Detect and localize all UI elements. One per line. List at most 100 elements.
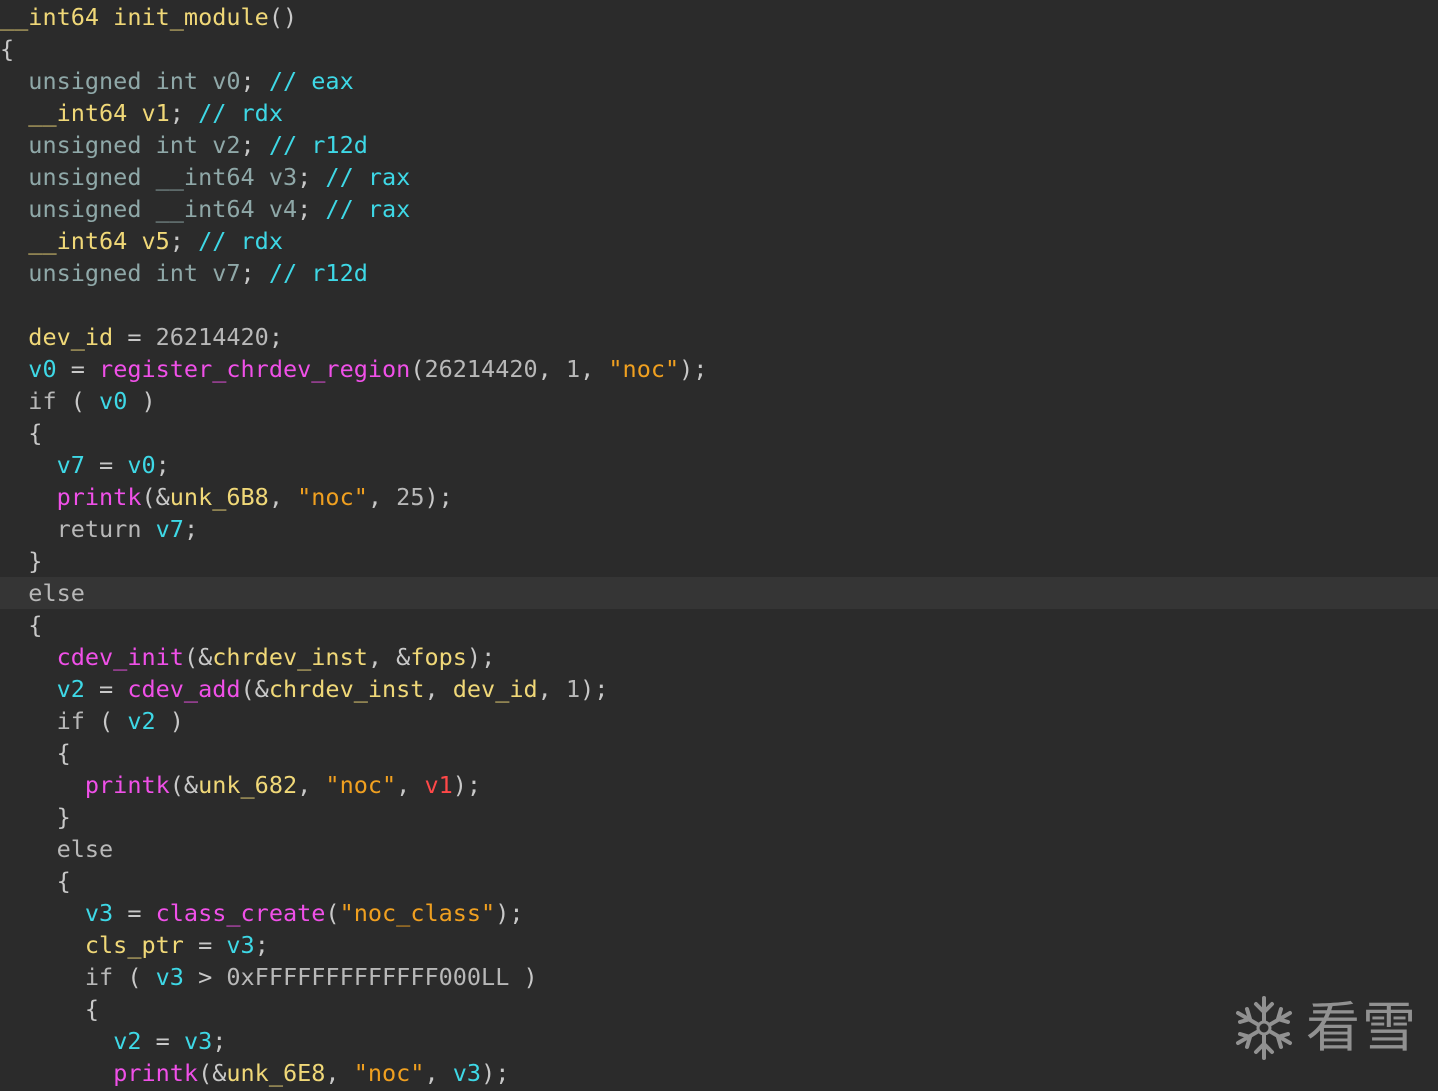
code-line[interactable]: else (0, 577, 1438, 609)
code-line[interactable]: return v7; (0, 513, 1438, 545)
code-line[interactable]: printk(&unk_6B8, "noc", 25); (0, 481, 1438, 513)
code-token-fn[interactable]: printk (85, 771, 170, 799)
code-token-gl[interactable]: unk_682 (198, 771, 297, 799)
code-token-red[interactable]: v1 (424, 771, 452, 799)
code-token-var[interactable]: v0 (127, 451, 155, 479)
code-token-p: ( (84, 707, 128, 735)
code-token-p: , (396, 771, 425, 799)
code-token-gl[interactable]: dev_id (28, 323, 113, 351)
code-token-p: (& (240, 675, 269, 703)
code-token-p: , (580, 355, 609, 383)
code-token-var[interactable]: v3 (184, 1027, 212, 1055)
code-token-num: 26214420 (424, 355, 538, 383)
code-line[interactable]: cdev_init(&chrdev_inst, &fops); (0, 641, 1438, 673)
code-line[interactable]: unsigned int v2; // r12d (0, 129, 1438, 161)
code-token-p: , (537, 675, 566, 703)
code-line[interactable]: unsigned int v0; // eax (0, 65, 1438, 97)
code-line[interactable]: unsigned __int64 v3; // rax (0, 161, 1438, 193)
code-line[interactable]: if ( v0 ) (0, 385, 1438, 417)
code-token-gl[interactable]: unk_6E8 (226, 1059, 325, 1087)
code-token-p (0, 355, 28, 383)
code-token-p: { (0, 611, 43, 639)
code-token-cm: // rdx (198, 99, 283, 127)
code-token-fn[interactable]: printk (57, 483, 142, 511)
code-line[interactable]: else (0, 833, 1438, 865)
code-token-gl[interactable]: chrdev_inst (269, 675, 425, 703)
code-token-fn[interactable]: printk (113, 1059, 198, 1087)
code-line[interactable]: printk(&unk_682, "noc", v1); (0, 769, 1438, 801)
code-token-gl[interactable]: fops (410, 643, 467, 671)
code-line[interactable]: if ( v2 ) (0, 705, 1438, 737)
code-line[interactable]: __int64 v5; // rdx (0, 225, 1438, 257)
code-token-p: ; (297, 163, 326, 191)
code-line[interactable]: { (0, 417, 1438, 449)
code-token-p: { (0, 739, 71, 767)
code-token-var[interactable]: v2 (113, 1027, 141, 1055)
code-line[interactable]: if ( v3 > 0xFFFFFFFFFFFFF000LL ) (0, 961, 1438, 993)
code-token-p: ); (495, 899, 524, 927)
code-line[interactable]: __int64 init_module() (0, 1, 1438, 33)
code-line[interactable]: v2 = v3; (0, 1025, 1438, 1057)
code-line[interactable]: __int64 v1; // rdx (0, 97, 1438, 129)
code-token-p (0, 387, 28, 415)
code-token-var[interactable]: v7 (156, 515, 184, 543)
code-line[interactable]: v0 = register_chrdev_region(26214420, 1,… (0, 353, 1438, 385)
code-token-fn[interactable]: class_create (156, 899, 326, 927)
code-line[interactable]: unsigned int v7; // r12d (0, 257, 1438, 289)
code-token-p: , (297, 771, 326, 799)
code-token-fn[interactable]: register_chrdev_region (99, 355, 410, 383)
code-token-fn[interactable]: cdev_add (127, 675, 240, 703)
code-token-p: = (113, 323, 156, 351)
code-token-var[interactable]: v3 (226, 931, 254, 959)
code-token-gl[interactable]: unk_6B8 (170, 483, 269, 511)
code-token-p (0, 931, 85, 959)
code-line[interactable]: { (0, 993, 1438, 1025)
pseudocode-editor[interactable]: __int64 init_module(){ unsigned int v0; … (0, 0, 1438, 1091)
code-token-var[interactable]: v3 (156, 963, 184, 991)
code-token-var[interactable]: v3 (453, 1059, 481, 1087)
code-line[interactable]: } (0, 801, 1438, 833)
code-line[interactable]: printk(&unk_6E8, "noc", v3); (0, 1057, 1438, 1089)
code-line[interactable]: { (0, 737, 1438, 769)
code-line[interactable]: { (0, 865, 1438, 897)
watermark-text: 看雪 (1306, 996, 1418, 1059)
code-line[interactable]: unsigned __int64 v4; // rax (0, 193, 1438, 225)
code-token-var[interactable]: v3 (85, 899, 113, 927)
code-line[interactable]: cls_ptr = v3; (0, 929, 1438, 961)
code-token-var[interactable]: v7 (57, 451, 85, 479)
code-token-fn[interactable]: cdev_init (57, 643, 184, 671)
code-line[interactable]: v2 = cdev_add(&chrdev_inst, dev_id, 1); (0, 673, 1438, 705)
code-token-p: ; (268, 323, 283, 351)
code-token-var[interactable]: v2 (127, 707, 155, 735)
code-token-type: v7 (212, 259, 241, 287)
code-token-var[interactable]: v0 (28, 355, 56, 383)
code-token-num: 25 (396, 483, 425, 511)
code-line[interactable]: v3 = class_create("noc_class"); (0, 897, 1438, 929)
code-token-p: (& (183, 643, 213, 671)
code-token-p (0, 515, 57, 543)
code-token-var[interactable]: v2 (57, 675, 85, 703)
code-token-kw: if (28, 387, 57, 415)
code-line[interactable] (0, 289, 1438, 321)
code-token-p (0, 259, 28, 287)
code-line[interactable]: v7 = v0; (0, 449, 1438, 481)
code-token-p: { (0, 419, 43, 447)
code-token-p: ; (169, 227, 199, 255)
code-token-p: } (0, 803, 71, 831)
code-line[interactable]: dev_id = 26214420; (0, 321, 1438, 353)
code-line[interactable]: { (0, 609, 1438, 641)
code-token-str: "noc" (608, 355, 680, 383)
code-token-str: "noc" (353, 1059, 425, 1087)
code-token-gl[interactable]: chrdev_inst (212, 643, 368, 671)
code-token-p: ; (169, 99, 199, 127)
code-token-yl: __int64 v5 (28, 227, 170, 255)
code-token-var[interactable]: v0 (99, 387, 127, 415)
code-line[interactable]: { (0, 33, 1438, 65)
code-line[interactable]: } (0, 545, 1438, 577)
code-token-p: (& (169, 771, 199, 799)
code-token-p (0, 643, 57, 671)
code-token-cm: // r12d (268, 259, 368, 287)
code-token-gl[interactable]: cls_ptr (85, 931, 184, 959)
code-token-gl[interactable]: dev_id (453, 675, 538, 703)
code-token-num: 0xFFFFFFFFFFFFF000LL (226, 963, 510, 991)
